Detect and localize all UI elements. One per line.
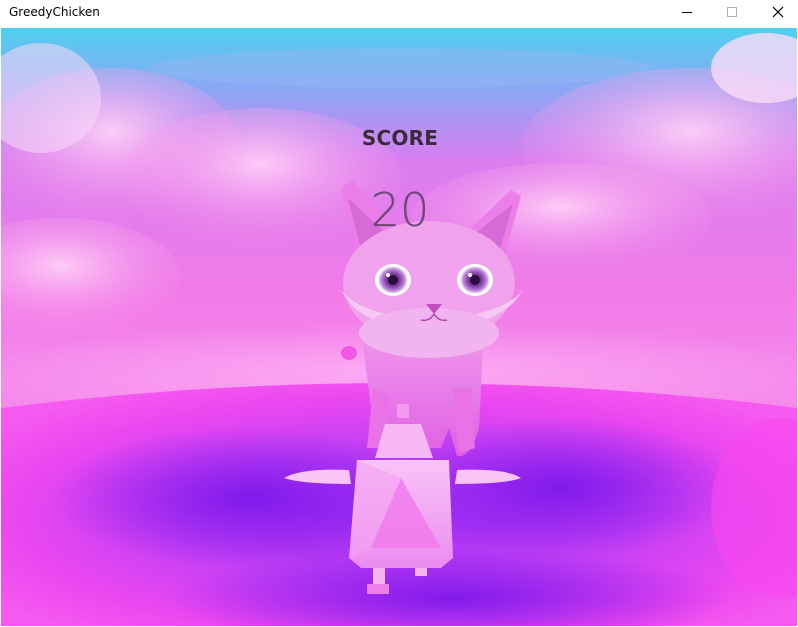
score-label: SCORE bbox=[361, 126, 439, 150]
game-viewport[interactable]: SCORE 20 bbox=[1, 28, 797, 626]
title-bar[interactable]: GreedyChicken bbox=[0, 0, 798, 27]
minimize-icon bbox=[682, 12, 692, 13]
close-icon bbox=[772, 6, 784, 18]
game-window: GreedyChicken SCORE 20 bbox=[0, 0, 798, 627]
minimize-button[interactable] bbox=[664, 0, 709, 27]
maximize-icon bbox=[727, 7, 737, 17]
maximize-button[interactable] bbox=[709, 0, 754, 27]
close-button[interactable] bbox=[754, 0, 798, 27]
score-value: 20 bbox=[370, 183, 430, 237]
game-scene bbox=[1, 28, 797, 626]
window-title: GreedyChicken bbox=[9, 5, 100, 19]
